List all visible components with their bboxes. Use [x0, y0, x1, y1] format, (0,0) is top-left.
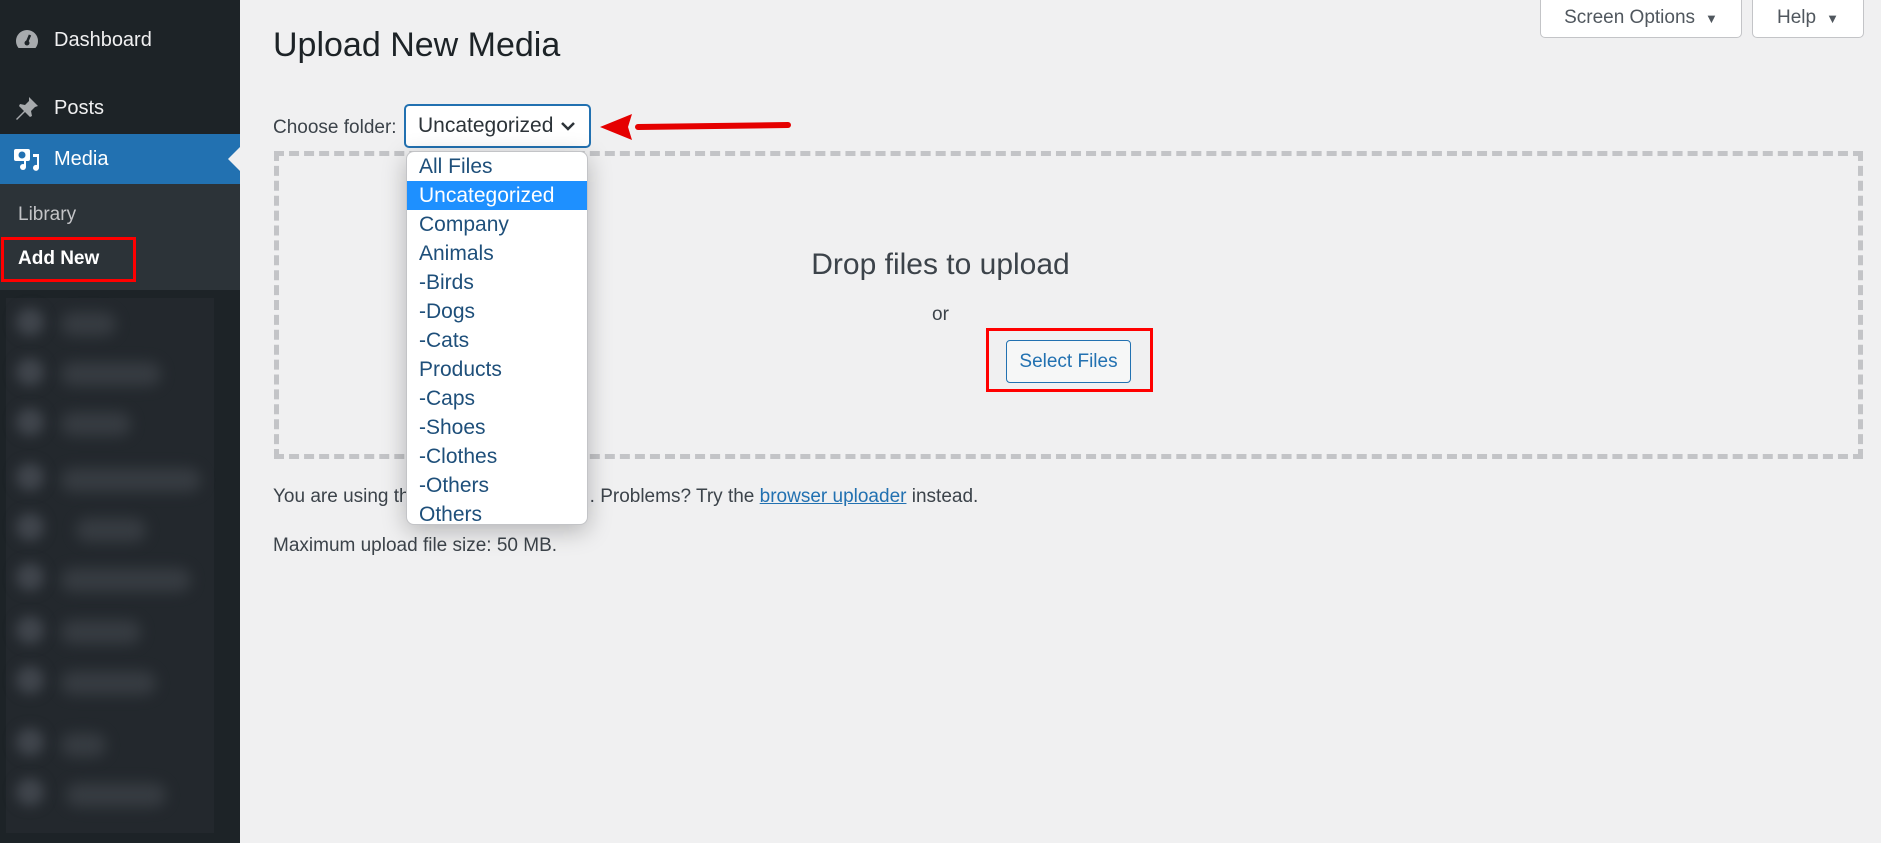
sidebar-item-dashboard[interactable]: Dashboard: [0, 15, 240, 65]
max-upload-size: Maximum upload file size: 50 MB.: [273, 535, 558, 556]
screen-options-label: Screen Options: [1564, 7, 1696, 28]
folder-option[interactable]: -Dogs: [407, 297, 587, 326]
sidebar-item-media[interactable]: Media: [0, 134, 240, 184]
help-button[interactable]: Help ▼: [1752, 0, 1864, 38]
folder-option[interactable]: Uncategorized: [407, 181, 587, 210]
red-arrow-annotation: [598, 110, 793, 149]
sidebar-item-label: Posts: [54, 96, 105, 119]
folder-option[interactable]: -Caps: [407, 384, 587, 413]
uploader-info: You are using th. Problems? Try the brow…: [273, 486, 979, 507]
caret-down-icon: ▼: [1826, 10, 1839, 26]
blurred-menu-items: [6, 298, 214, 833]
screen-options-button[interactable]: Screen Options ▼: [1540, 0, 1742, 38]
sidebar-item-posts[interactable]: Posts: [0, 83, 240, 133]
pin-icon: [12, 93, 42, 123]
folder-option[interactable]: -Cats: [407, 326, 587, 355]
help-label: Help: [1777, 7, 1817, 28]
choose-folder-label: Choose folder:: [273, 117, 397, 138]
folder-select-value: Uncategorized: [418, 114, 554, 137]
select-files-button[interactable]: Select Files: [1006, 340, 1131, 383]
sidebar-item-label: Dashboard: [54, 28, 152, 51]
caret-down-icon: ▼: [1705, 10, 1718, 26]
folder-option[interactable]: Products: [407, 355, 587, 384]
browser-uploader-link[interactable]: browser uploader: [760, 486, 907, 507]
submenu-library[interactable]: Library: [18, 204, 76, 226]
page-title: Upload New Media: [273, 26, 561, 64]
folder-option[interactable]: Company: [407, 210, 587, 239]
drop-files-heading: Drop files to upload: [811, 248, 1070, 281]
admin-sidebar: Dashboard Posts Media Library Add New: [0, 0, 240, 843]
folder-option[interactable]: Others: [407, 500, 587, 524]
or-text: or: [932, 304, 949, 325]
folder-option[interactable]: -Shoes: [407, 413, 587, 442]
folder-select[interactable]: Uncategorized: [404, 104, 591, 148]
sidebar-item-label: Media: [54, 147, 109, 170]
folder-option[interactable]: All Files: [407, 152, 587, 181]
dashboard-icon: [12, 25, 42, 55]
folder-dropdown-list[interactable]: All Files Uncategorized Company Animals -Bir…: [406, 151, 588, 525]
media-icon: [12, 144, 42, 174]
folder-option[interactable]: Animals: [407, 239, 587, 268]
folder-option[interactable]: -Birds: [407, 268, 587, 297]
folder-option[interactable]: -Clothes: [407, 442, 587, 471]
folder-option[interactable]: -Others: [407, 471, 587, 500]
chevron-down-icon: [559, 117, 577, 141]
